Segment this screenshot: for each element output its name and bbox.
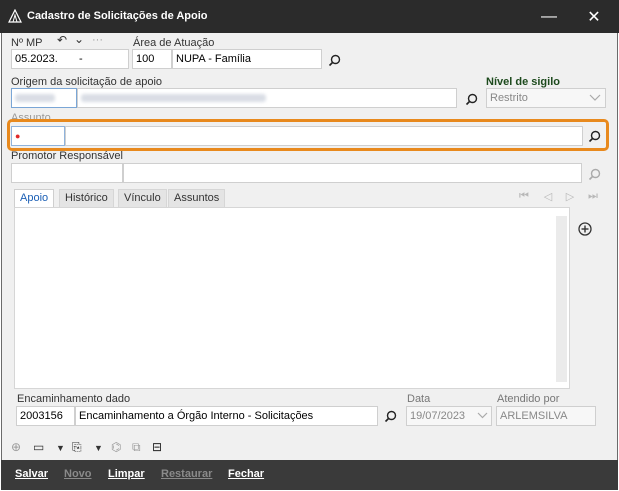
- action-bar: Salvar Novo Limpar Restaurar Fechar: [1, 460, 618, 490]
- plus-circle-icon: [578, 222, 592, 236]
- next-record-icon[interactable]: ▷: [562, 190, 578, 204]
- area-search-button[interactable]: [325, 51, 343, 69]
- assunto-search-button[interactable]: [585, 127, 603, 145]
- apoio-panel[interactable]: [14, 207, 570, 389]
- encaminhamento-search-button[interactable]: [381, 407, 399, 425]
- mp-number-suffix: -: [79, 53, 83, 65]
- date-value: 19/07/2023: [410, 410, 466, 422]
- search-icon: [588, 130, 600, 142]
- minimize-button[interactable]: —: [527, 0, 571, 33]
- title-bar: Cadastro de Solicitações de Apoio — ✕: [0, 0, 619, 33]
- chevron-down-icon: [589, 94, 601, 101]
- origem-name-field[interactable]: [77, 88, 457, 108]
- sigilo-value: Restrito: [490, 92, 528, 104]
- encaminhamento-label: Encaminhamento dado: [17, 393, 131, 405]
- area-name-field[interactable]: NUPA - Família: [172, 49, 322, 69]
- folder-icon[interactable]: ▭: [33, 440, 44, 454]
- data-label: Data: [407, 393, 431, 405]
- search-icon: [328, 54, 340, 66]
- close-button[interactable]: ✕: [572, 0, 616, 33]
- tab-apoio[interactable]: Apoio: [14, 189, 55, 207]
- atendido-field: ARLEMSILVA: [496, 406, 596, 426]
- tab-historico[interactable]: Histórico: [59, 189, 114, 207]
- sigilo-select[interactable]: Restrito: [486, 88, 606, 108]
- more-icon[interactable]: ···: [92, 34, 103, 46]
- date-picker[interactable]: 19/07/2023: [406, 406, 492, 426]
- first-record-icon[interactable]: ⏮: [516, 190, 532, 204]
- promotor-search-button[interactable]: [585, 165, 603, 183]
- redacted-text: [15, 94, 55, 103]
- origem-code-field[interactable]: [11, 88, 77, 108]
- close-icon: ✕: [587, 8, 601, 26]
- promotor-name-field[interactable]: [123, 163, 582, 183]
- add-button[interactable]: [576, 220, 594, 238]
- save-button[interactable]: Salvar: [15, 468, 48, 480]
- last-record-icon[interactable]: ⏭: [585, 190, 601, 204]
- scrollbar[interactable]: [556, 216, 567, 382]
- chevron-down-icon[interactable]: ▼: [56, 443, 65, 453]
- search-icon: [588, 168, 600, 180]
- app-logo-icon: [8, 9, 22, 23]
- encaminhamento-code-field[interactable]: 2003156: [16, 406, 75, 426]
- search-icon: [465, 93, 477, 105]
- mp-number-value: 05.2023.: [15, 53, 58, 65]
- origem-search-button[interactable]: [462, 90, 480, 108]
- new-button[interactable]: Novo: [64, 468, 92, 480]
- new-document-icon[interactable]: ⊕: [11, 440, 21, 454]
- encaminhamento-name-field[interactable]: Encaminhamento a Órgão Interno - Solicit…: [75, 406, 378, 426]
- search-icon: [384, 410, 396, 422]
- mp-number-field[interactable]: 05.2023. -: [11, 49, 129, 69]
- export-icon[interactable]: ⊟: [152, 440, 162, 454]
- assunto-name-field[interactable]: [65, 126, 583, 146]
- chevron-down-icon: [477, 412, 488, 419]
- promotor-code-field[interactable]: [11, 163, 123, 183]
- copy-icon[interactable]: ⎘: [72, 440, 82, 455]
- promotor-label: Promotor Responsável: [11, 150, 123, 162]
- duplicate-icon[interactable]: ⧉: [132, 440, 141, 455]
- clear-button[interactable]: Limpar: [108, 468, 145, 480]
- minimize-icon: —: [541, 7, 557, 25]
- atendido-label: Atendido por: [497, 393, 560, 405]
- sigilo-label: Nível de sigilo: [486, 76, 560, 88]
- area-label: Área de Atuação: [133, 37, 215, 49]
- redacted-text: [81, 94, 266, 103]
- open-folder-icon[interactable]: ⌬: [111, 440, 121, 454]
- origem-label: Origem da solicitação de apoio: [11, 76, 163, 88]
- tab-assuntos[interactable]: Assuntos: [168, 189, 226, 207]
- mp-label: Nº MP: [11, 37, 43, 49]
- window-title: Cadastro de Solicitações de Apoio: [27, 10, 208, 22]
- assunto-code-field[interactable]: ●: [11, 126, 65, 146]
- undo-icon[interactable]: ↶: [57, 33, 67, 47]
- close-form-button[interactable]: Fechar: [228, 468, 264, 480]
- tab-vinculo[interactable]: Vínculo: [118, 189, 167, 207]
- previous-record-icon[interactable]: ◁: [540, 190, 556, 204]
- restore-button[interactable]: Restaurar: [161, 468, 212, 480]
- area-code-field[interactable]: 100: [132, 49, 172, 69]
- chevron-down-icon[interactable]: ▼: [94, 443, 103, 453]
- required-dot-icon: ●: [15, 131, 21, 141]
- chevron-down-icon[interactable]: ⌄: [74, 32, 84, 46]
